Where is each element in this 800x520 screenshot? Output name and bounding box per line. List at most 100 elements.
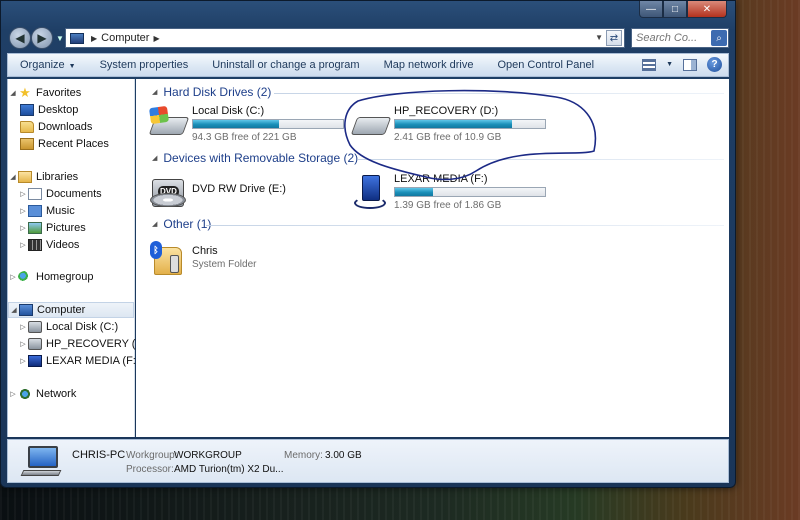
collapsed-arrow-icon[interactable]: ▷ [18,340,28,348]
map-network-drive-button[interactable]: Map network drive [372,59,486,71]
collapsed-arrow-icon[interactable]: ▷ [18,357,28,365]
group-divider [206,225,724,226]
collapsed-arrow-icon[interactable]: ▷ [18,323,28,331]
hard-disk-icon [350,107,392,141]
chevron-down-icon: ▼ [68,63,76,70]
refresh-button[interactable]: ⇄ [606,30,622,46]
drive-local-disk-c[interactable]: Local Disk (C:) 94.3 GB free of 221 GB [148,105,350,145]
details-pane: CHRIS-PC Workgroup: WORKGROUP Memory: 3.… [7,439,729,483]
group-divider [358,159,724,160]
search-icon[interactable]: ⌕ [711,30,727,46]
collapsed-arrow-icon[interactable]: ▷ [18,190,28,198]
hard-disk-icon [28,338,42,350]
collapse-arrow-icon[interactable]: ◢ [152,88,157,96]
downloads-folder-icon [20,121,34,133]
nav-videos-label: Videos [46,239,80,251]
drive-name: Local Disk (C:) [192,105,265,117]
usage-bar [394,119,546,129]
collapsed-arrow-icon[interactable]: ▷ [18,224,28,232]
group-header-other[interactable]: ◢ Other (1) [152,217,211,231]
address-bar[interactable]: ▶ Computer ▶ ▼ ⇄ [65,28,625,48]
nav-computer-label: Computer [37,304,86,316]
desktop-icon [20,104,34,116]
usb-drive-icon [28,355,42,367]
workgroup-label: Workgroup: [126,450,178,461]
recent-pages-dropdown[interactable]: ▼ [56,34,64,43]
nav-documents-label: Documents [46,188,102,200]
drive-dvd-rw-e[interactable]: DVD DVD RW Drive (E:) [150,173,350,213]
nav-desktop-label: Desktop [38,104,79,116]
expand-arrow-icon[interactable]: ◢ [8,173,18,181]
view-dropdown-icon[interactable]: ▼ [666,61,673,68]
expand-arrow-icon[interactable]: ◢ [8,89,18,97]
close-button[interactable]: ✕ [687,1,727,18]
dvd-drive-icon: DVD [150,175,188,209]
breadcrumb-computer[interactable]: Computer [101,32,149,44]
processor-value: AMD Turion(tm) X2 Du... [174,464,284,475]
maximize-button[interactable]: □ [663,1,687,18]
nav-hp-recovery-d[interactable]: ▷ HP_RECOVERY (D:) [18,336,150,352]
preview-pane-icon[interactable] [683,58,697,71]
nav-recent-places[interactable]: Recent Places [20,136,109,152]
collapsed-arrow-icon[interactable]: ▷ [8,390,18,398]
group-title-hard-disk: Hard Disk Drives (2) [163,85,272,99]
collapse-arrow-icon[interactable]: ◢ [152,220,157,228]
drive-hp-recovery-d[interactable]: HP_RECOVERY (D:) 2.41 GB free of 10.9 GB [350,105,552,145]
system-folder-chris[interactable]: ᛒ Chris System Folder [150,241,350,281]
open-control-panel-button[interactable]: Open Control Panel [485,59,606,71]
usage-bar [192,119,344,129]
change-view-icon[interactable] [642,58,657,71]
chevron-right-icon[interactable]: ▶ [91,34,97,43]
navigation-pane: ◢ ★ Favorites Desktop Downloads Recent P… [7,79,150,437]
libraries-icon [18,171,32,183]
usb-drive-icon [352,175,390,209]
collapsed-arrow-icon[interactable]: ▷ [8,273,18,281]
group-header-hard-disk[interactable]: ◢ Hard Disk Drives (2) [152,85,271,99]
collapsed-arrow-icon[interactable]: ▷ [18,207,28,215]
network-icon [18,388,32,400]
group-header-removable[interactable]: ◢ Devices with Removable Storage (2) [152,151,358,165]
usage-bar [394,187,546,197]
nav-computer[interactable]: ◢ Computer [8,302,134,318]
expand-arrow-icon[interactable]: ◢ [9,306,19,314]
uninstall-program-button[interactable]: Uninstall or change a program [200,59,371,71]
drive-free-space: 1.39 GB free of 1.86 GB [394,200,502,211]
memory-label: Memory: [284,450,323,461]
nav-videos[interactable]: ▷ Videos [18,237,79,253]
computer-icon [20,446,62,478]
nav-homegroup-label: Homegroup [36,271,94,283]
nav-network[interactable]: ▷ Network [8,386,76,402]
phone-icon [170,255,179,273]
nav-libraries[interactable]: ◢ Libraries [8,169,78,185]
nav-pictures-label: Pictures [46,222,86,234]
nav-downloads[interactable]: Downloads [20,119,92,135]
address-dropdown[interactable]: ▼ [595,30,603,46]
collapse-arrow-icon[interactable]: ◢ [152,154,157,162]
system-properties-button[interactable]: System properties [88,59,201,71]
nav-desktop[interactable]: Desktop [20,102,78,118]
minimize-button[interactable]: — [639,1,663,18]
chevron-right-icon[interactable]: ▶ [153,34,159,43]
nav-music[interactable]: ▷ Music [18,203,75,219]
computer-name: CHRIS-PC [72,449,126,461]
caption-buttons: — □ ✕ [639,1,727,19]
nav-local-disk-c[interactable]: ▷ Local Disk (C:) [18,319,118,335]
collapsed-arrow-icon[interactable]: ▷ [18,241,28,249]
search-input[interactable] [636,32,706,44]
nav-favorites[interactable]: ◢ ★ Favorites [8,85,81,101]
nav-pictures[interactable]: ▷ Pictures [18,220,86,236]
nav-documents[interactable]: ▷ Documents [18,186,102,202]
drive-name: DVD RW Drive (E:) [192,183,286,195]
drive-lexar-media-f[interactable]: LEXAR MEDIA (F:) 1.39 GB free of 1.86 GB [352,173,552,213]
nav-favorites-label: Favorites [36,87,82,99]
computer-icon [70,32,84,44]
help-icon[interactable]: ? [707,57,722,72]
nav-libraries-label: Libraries [36,171,79,183]
back-button[interactable]: ◀ [9,27,31,49]
organize-button[interactable]: Organize ▼ [8,59,88,71]
group-title-removable: Devices with Removable Storage (2) [163,151,359,165]
forward-button[interactable]: ▶ [31,27,53,49]
nav-homegroup[interactable]: ▷ Homegroup [8,269,93,285]
nav-lexar-media-f[interactable]: ▷ LEXAR MEDIA (F:) [18,353,140,369]
bluetooth-folder-icon: ᛒ [150,241,184,277]
